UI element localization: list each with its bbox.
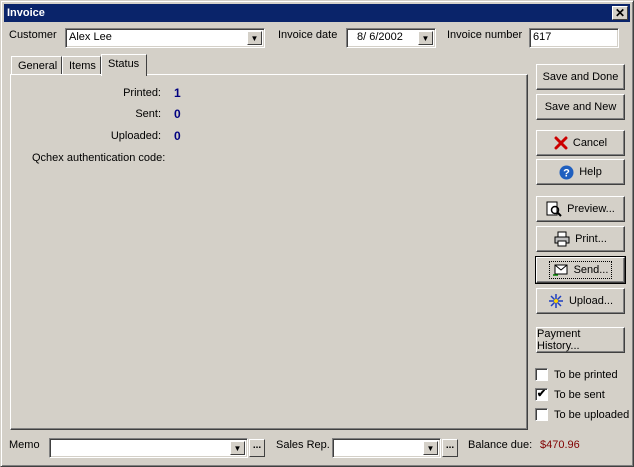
sent-value: 0 [174, 107, 181, 121]
invoice-date-label: Invoice date [278, 29, 338, 41]
upload-sparkle-icon [548, 294, 563, 308]
customer-label-text: Customer [9, 29, 57, 41]
uploaded-label: Uploaded: [110, 130, 161, 142]
customer-label: Customer [9, 29, 57, 41]
question-circle-icon: ? [559, 165, 574, 179]
customer-value: Alex Lee [69, 31, 112, 43]
svg-text:?: ? [563, 167, 570, 179]
cancel-label: Cancel [572, 137, 608, 149]
invoice-number-value: 617 [533, 31, 552, 43]
tab-items-label: Items [69, 60, 96, 72]
tab-status[interactable]: Status [101, 54, 147, 76]
sent-label: Sent: [135, 108, 161, 120]
to-be-uploaded-label: To be uploaded [554, 408, 630, 421]
invoice-date-value: 8/ 6/2002 [357, 31, 403, 43]
upload-button[interactable]: Upload... [536, 288, 625, 314]
save-and-new-button[interactable]: Save and New [536, 94, 625, 120]
to-be-uploaded-checkbox[interactable]: To be uploaded [535, 408, 629, 421]
invoice-number-label: Invoice number [447, 29, 523, 41]
invoice-date-field[interactable]: 8/ 6/2002 ▼ [346, 28, 436, 48]
magnifier-document-icon [546, 201, 562, 217]
to-be-sent-label: To be sent [554, 388, 605, 401]
print-button[interactable]: Print... [536, 226, 625, 252]
to-be-sent-box[interactable]: ✔ [535, 388, 548, 401]
cancel-button[interactable]: Cancel [536, 130, 625, 156]
send-label: Send... [573, 264, 609, 276]
chevron-down-icon[interactable]: ▼ [418, 31, 433, 45]
chevron-down-icon[interactable]: ▼ [230, 441, 245, 455]
invoice-window: Invoice ✕ Customer Alex Lee ▼ Invoice da… [0, 0, 634, 467]
printer-icon [554, 231, 570, 247]
save-and-done-button[interactable]: Save and Done [536, 64, 625, 90]
red-x-icon [554, 136, 568, 150]
qchex-label: Qchex authentication code: [32, 152, 166, 164]
preview-label: Preview... [567, 203, 615, 215]
send-focus-ring: Send... [548, 261, 613, 279]
tab-items[interactable]: Items [62, 56, 101, 76]
status-panel: Printed: 1 Sent: 0 Uploaded: 0 Qchex aut… [10, 74, 528, 430]
tab-general-label: General [18, 60, 58, 72]
window-title: Invoice [7, 7, 45, 19]
sales-rep-combo[interactable]: ▼ [332, 438, 441, 458]
memo-combo[interactable]: ▼ [49, 438, 248, 458]
help-button[interactable]: ? Help [536, 159, 625, 185]
balance-due-label: Balance due: [468, 439, 533, 451]
upload-label: Upload... [568, 295, 614, 307]
envelope-send-icon [552, 264, 568, 276]
to-be-uploaded-box[interactable] [535, 408, 548, 421]
print-label: Print... [575, 233, 607, 245]
to-be-sent-checkbox[interactable]: ✔ To be sent [535, 388, 605, 401]
memo-ellipsis-button[interactable]: ... [249, 439, 265, 457]
save-and-done-label: Save and Done [542, 71, 619, 83]
payment-history-button[interactable]: Payment History... [536, 327, 625, 353]
save-and-new-label: Save and New [544, 101, 617, 113]
tab-status-label: Status [108, 58, 140, 70]
help-label: Help [579, 166, 602, 178]
to-be-printed-box[interactable] [535, 368, 548, 381]
preview-button[interactable]: Preview... [536, 196, 625, 222]
sales-rep-ellipsis-button[interactable]: ... [442, 439, 458, 457]
chevron-down-icon[interactable]: ▼ [247, 31, 262, 45]
balance-due-value: $470.96 [540, 439, 580, 451]
customer-combo[interactable]: Alex Lee ▼ [65, 28, 265, 48]
title-bar[interactable]: Invoice ✕ [4, 4, 630, 22]
printed-label: Printed: [123, 87, 161, 99]
uploaded-value: 0 [174, 129, 181, 143]
chevron-down-icon[interactable]: ▼ [423, 441, 438, 455]
sales-rep-label: Sales Rep. [276, 439, 330, 451]
to-be-printed-label: To be printed [554, 368, 618, 381]
tab-general[interactable]: General [11, 56, 62, 76]
invoice-number-field[interactable]: 617 [529, 28, 619, 48]
send-button[interactable]: Send... [535, 256, 626, 284]
to-be-printed-checkbox[interactable]: To be printed [535, 368, 618, 381]
payment-history-label: Payment History... [537, 328, 581, 352]
memo-label: Memo [9, 439, 40, 451]
printed-value: 1 [174, 86, 181, 100]
close-icon[interactable]: ✕ [612, 6, 628, 20]
